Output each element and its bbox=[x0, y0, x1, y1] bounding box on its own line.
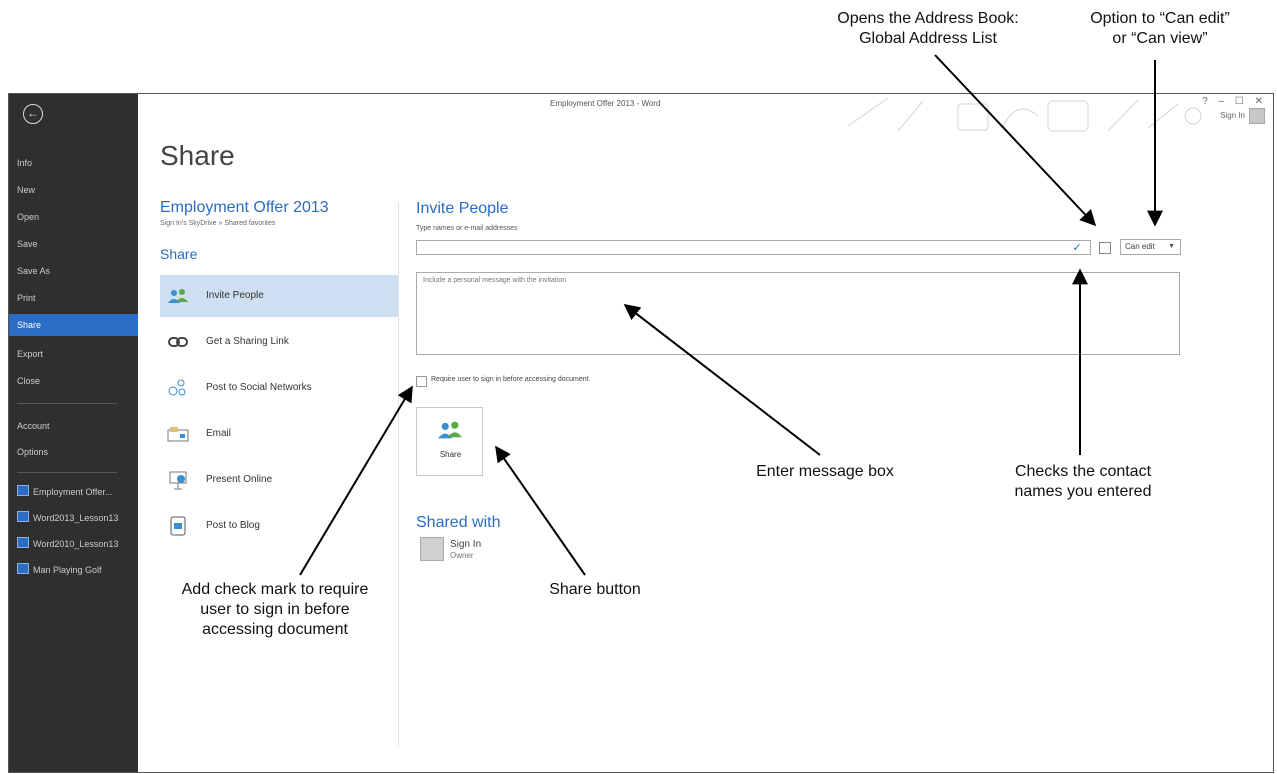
address-book-icon[interactable] bbox=[1099, 242, 1111, 254]
recent-doc[interactable]: Employment Offer... bbox=[17, 482, 138, 502]
recent-doc[interactable]: Man Playing Golf bbox=[17, 560, 138, 580]
word-doc-icon bbox=[17, 485, 29, 496]
window-controls[interactable]: ? – ☐ ✕ bbox=[1202, 96, 1267, 107]
back-arrow-icon[interactable]: ← bbox=[23, 104, 43, 124]
nav-print[interactable]: Print bbox=[9, 287, 138, 309]
check-names-icon[interactable]: ✓ bbox=[1070, 241, 1084, 255]
share-button-label: Share bbox=[439, 450, 462, 459]
option-social-networks[interactable]: Post to Social Networks bbox=[160, 367, 399, 409]
word-window: ← Info New Open Save Save As Print Share… bbox=[8, 93, 1274, 773]
recent-doc[interactable]: Word2013_Lesson13 bbox=[17, 508, 138, 528]
nav-share[interactable]: Share bbox=[9, 314, 138, 336]
callout-require-signin: Add check mark to require user to sign in… bbox=[181, 581, 369, 638]
pane-divider bbox=[398, 202, 399, 747]
document-title: Employment Offer 2013 bbox=[160, 199, 329, 216]
nav-divider bbox=[17, 403, 117, 404]
word-doc-icon bbox=[17, 563, 29, 574]
option-label: Invite People bbox=[206, 290, 264, 301]
callout-share-button: Share button bbox=[549, 581, 641, 598]
office-sketch-decoration bbox=[847, 97, 1202, 132]
shared-with-heading: Shared with bbox=[416, 514, 501, 531]
present-online-icon bbox=[167, 470, 189, 490]
nav-open[interactable]: Open bbox=[9, 206, 138, 228]
option-label: Email bbox=[206, 428, 232, 439]
link-icon bbox=[167, 332, 189, 352]
email-icon bbox=[167, 424, 189, 444]
callout-check-names: Checks the contact names you entered bbox=[1014, 463, 1152, 500]
option-sharing-link[interactable]: Get a Sharing Link bbox=[160, 321, 399, 363]
invite-people-icon bbox=[438, 421, 462, 439]
require-signin-checkbox[interactable] bbox=[416, 376, 427, 387]
option-present-online[interactable]: Present Online bbox=[160, 459, 399, 501]
option-label: Get a Sharing Link bbox=[206, 336, 289, 347]
nav-save[interactable]: Save bbox=[9, 233, 138, 255]
avatar bbox=[420, 537, 444, 561]
nav-export[interactable]: Export bbox=[9, 343, 138, 365]
owner-role: Owner bbox=[450, 551, 474, 560]
option-label: Present Online bbox=[206, 474, 273, 485]
nav-divider bbox=[17, 472, 117, 473]
option-label: Post to Social Networks bbox=[206, 382, 312, 393]
permission-dropdown[interactable]: Can edit ▼ bbox=[1120, 239, 1181, 255]
nav-new[interactable]: New bbox=[9, 179, 138, 201]
owner-name: Sign In bbox=[450, 539, 482, 550]
recent-doc[interactable]: Word2010_Lesson13 bbox=[17, 534, 138, 554]
share-button[interactable]: Share bbox=[416, 407, 483, 476]
word-doc-icon bbox=[17, 537, 29, 548]
nav-account[interactable]: Account bbox=[9, 415, 138, 437]
account-signin[interactable]: Sign In bbox=[1220, 108, 1265, 124]
document-path: Sign In's SkyDrive » Shared favorites bbox=[160, 220, 276, 227]
names-input[interactable] bbox=[416, 240, 1091, 255]
callout-message-box: Enter message box bbox=[756, 463, 894, 480]
invite-people-icon bbox=[167, 286, 189, 306]
invite-heading: Invite People bbox=[416, 200, 509, 217]
word-doc-icon bbox=[17, 511, 29, 522]
nav-save-as[interactable]: Save As bbox=[9, 260, 138, 282]
nav-options[interactable]: Options bbox=[9, 441, 138, 463]
option-invite-people[interactable]: Invite People bbox=[160, 275, 399, 317]
require-signin-label: Require user to sign in before accessing… bbox=[431, 376, 591, 383]
social-networks-icon bbox=[167, 378, 189, 398]
message-box[interactable] bbox=[416, 272, 1180, 355]
avatar bbox=[1249, 108, 1265, 124]
page-title: Share bbox=[160, 140, 235, 171]
backstage-sidebar: ← Info New Open Save Save As Print Share… bbox=[9, 94, 138, 772]
option-post-blog[interactable]: Post to Blog bbox=[160, 505, 399, 547]
blog-icon bbox=[167, 516, 189, 536]
names-label: Type names or e-mail addresses bbox=[416, 225, 518, 232]
title-bar: Employment Offer 2013 - Word ? – ☐ ✕ Sig… bbox=[138, 94, 1273, 132]
chevron-down-icon: ▼ bbox=[1168, 243, 1175, 250]
callout-permission: Option to “Can edit” or “Can view” bbox=[1090, 10, 1230, 47]
nav-info[interactable]: Info bbox=[9, 152, 138, 174]
option-email[interactable]: Email bbox=[160, 413, 399, 455]
option-label: Post to Blog bbox=[206, 520, 260, 531]
window-title: Employment Offer 2013 - Word bbox=[550, 99, 661, 108]
callout-address-book: Opens the Address Book: Global Address Li… bbox=[837, 10, 1019, 47]
nav-close[interactable]: Close bbox=[9, 370, 138, 392]
share-subheading: Share bbox=[160, 246, 198, 262]
